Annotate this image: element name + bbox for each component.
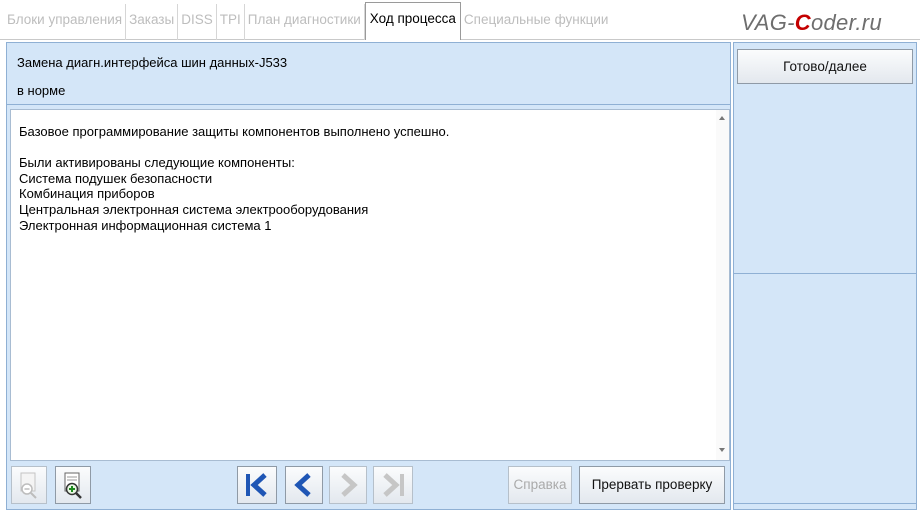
zoom-in-icon: [64, 472, 82, 499]
process-panel: Замена диагн.интерфейса шин данных-J533 …: [6, 42, 731, 510]
tabs: Блоки управления Заказы DISS TPI План ди…: [4, 2, 612, 40]
tab-special-functions[interactable]: Специальные функции: [461, 4, 612, 40]
done-next-button[interactable]: Готово/далее: [737, 49, 913, 84]
side-divider: [734, 273, 916, 274]
forward-icon: [341, 473, 358, 497]
message-line: Базовое программирование защиты компонен…: [19, 124, 450, 139]
watermark-accent: C: [794, 10, 811, 35]
zoom-in-button[interactable]: [55, 466, 91, 504]
side-divider: [734, 503, 916, 504]
scroll-down-arrow-icon[interactable]: [719, 448, 725, 452]
tab-control-units[interactable]: Блоки управления: [4, 4, 127, 40]
vertical-scrollbar[interactable]: [716, 110, 729, 460]
procedure-status: в норме: [17, 83, 66, 98]
message-line: Комбинация приборов: [19, 186, 155, 202]
back-button[interactable]: [285, 466, 323, 504]
tab-tpi[interactable]: TPI: [217, 4, 245, 40]
abort-check-button[interactable]: Прервать проверку: [579, 466, 725, 504]
message-line: Электронная информационная система 1: [19, 217, 272, 233]
watermark: VAG-Coder.ru: [741, 10, 882, 36]
help-button[interactable]: Справка: [508, 466, 572, 504]
back-icon: [294, 473, 311, 497]
last-button[interactable]: [373, 466, 413, 504]
last-icon: [383, 473, 404, 497]
scroll-up-arrow-icon[interactable]: [719, 116, 725, 120]
tab-process[interactable]: Ход процесса: [364, 2, 461, 40]
process-header: Замена диагн.интерфейса шин данных-J533 …: [7, 43, 730, 105]
first-button[interactable]: [237, 466, 277, 504]
tab-orders[interactable]: Заказы: [126, 4, 179, 40]
watermark-prefix: VAG-: [741, 10, 795, 35]
watermark-suffix: oder.ru: [810, 10, 882, 35]
message-line: Были активированы следующие компоненты:: [19, 155, 295, 171]
tab-diss[interactable]: DISS: [178, 4, 217, 40]
message-area: Базовое программирование защиты компонен…: [10, 109, 730, 461]
bottom-toolbar: Справка Прервать проверку: [7, 463, 730, 509]
message-line: Система подушек безопасности: [19, 170, 213, 186]
first-icon: [246, 473, 267, 497]
forward-button[interactable]: [329, 466, 367, 504]
tab-diagnostic-plan[interactable]: План диагностики: [245, 4, 365, 40]
zoom-out-icon: [20, 472, 37, 499]
tab-bar: Блоки управления Заказы DISS TPI План ди…: [0, 0, 920, 40]
message-text: Базовое программирование защиты компонен…: [19, 124, 449, 233]
side-panel: Готово/далее: [733, 42, 917, 510]
message-line: Центральная электронная система электроо…: [19, 201, 369, 217]
zoom-out-button[interactable]: [11, 466, 47, 504]
procedure-title: Замена диагн.интерфейса шин данных-J533: [17, 55, 288, 70]
message-line: [19, 140, 449, 156]
